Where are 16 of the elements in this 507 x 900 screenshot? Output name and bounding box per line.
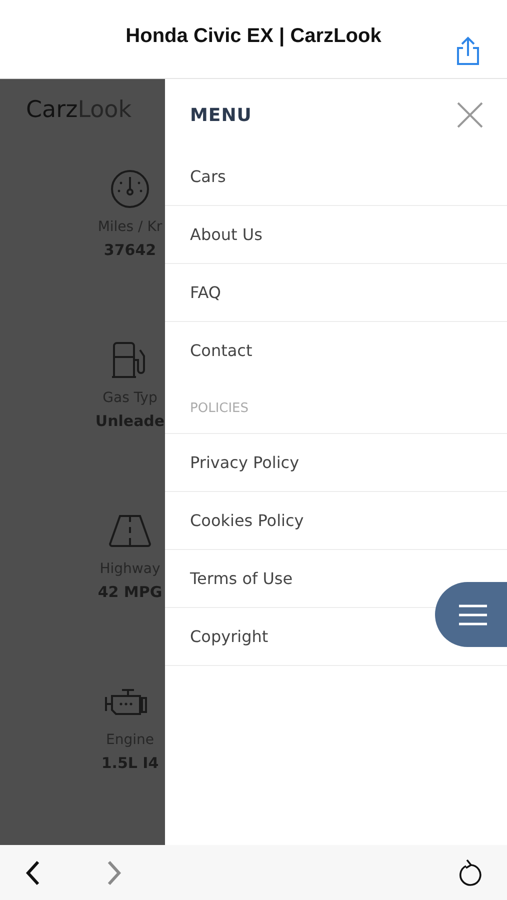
menu-item[interactable]: Contact (165, 322, 507, 379)
menu-icon (459, 604, 487, 626)
section-heading: POLICIES (165, 379, 507, 434)
menu-item[interactable]: Cookies Policy (165, 492, 507, 550)
logo-text: Carz (26, 97, 78, 123)
menu-item[interactable]: Cars (165, 148, 507, 206)
share-icon[interactable] (455, 36, 481, 66)
menu-title: MENU (190, 104, 252, 126)
menu-item[interactable]: About Us (165, 206, 507, 264)
menu-button[interactable] (435, 582, 507, 647)
close-icon[interactable] (457, 102, 483, 128)
back-icon[interactable] (25, 860, 41, 886)
menu-item[interactable]: FAQ (165, 264, 507, 322)
page-title: Honda Civic EX | CarzLook (126, 24, 382, 48)
gauge-icon (110, 169, 150, 209)
menu-item[interactable]: Privacy Policy (165, 434, 507, 492)
